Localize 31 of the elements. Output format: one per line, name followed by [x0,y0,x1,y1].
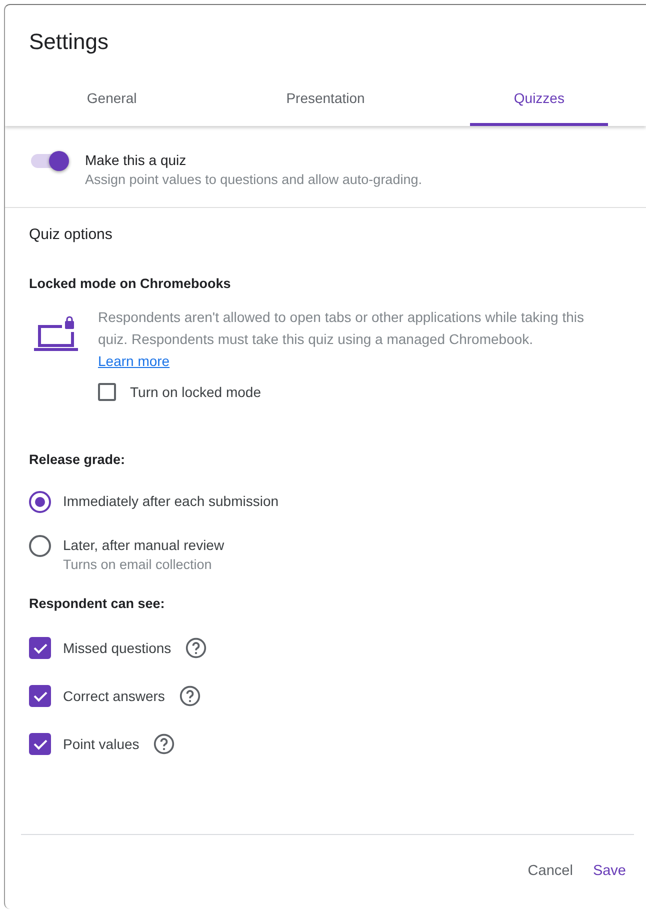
checkbox[interactable] [29,733,51,755]
help-icon[interactable] [178,685,201,707]
radio-button[interactable] [29,491,51,513]
section-heading: Locked mode on Chromebooks [29,276,232,291]
radio-label: Immediately after each submission [63,493,279,509]
checkbox[interactable] [98,383,116,401]
section-heading: Release grade: [29,452,126,467]
tab[interactable]: General [43,84,181,126]
radio-label: Later, after manual review [63,537,224,553]
radio-button[interactable] [29,535,51,557]
checkbox[interactable] [29,637,51,659]
save-button[interactable]: Save [584,855,634,887]
checkbox-label: Correct answers [63,688,165,704]
tab[interactable]: Quizzes [470,84,608,126]
checkbox[interactable] [29,685,51,707]
locked-mode-description: Respondents aren't allowed to open tabs or other applications while taking this quiz. Respondents must take this quiz using a managed Chromebook. Learn more [98,306,598,372]
checkbox-label: Point values [63,736,140,752]
learn-more-link[interactable]: Learn more [98,350,170,372]
radio-hint: Turns on email collection [63,557,213,572]
tab[interactable]: Presentation [256,84,394,126]
toggle-description: Assign point values to questions and allow auto-grading. [85,172,422,187]
dialog-title: Settings [28,28,110,53]
cancel-button[interactable]: Cancel [520,855,581,887]
help-icon[interactable] [185,637,208,659]
toggle-label: Make this a quiz [85,152,188,168]
toggle-switch[interactable] [29,150,71,172]
checkbox-label: Missed questions [63,640,172,656]
help-icon[interactable] [153,733,176,755]
section-heading: Respondent can see: [29,596,166,611]
section-title: Quiz options [29,226,114,243]
checkbox-label: Turn on locked mode [130,384,261,400]
